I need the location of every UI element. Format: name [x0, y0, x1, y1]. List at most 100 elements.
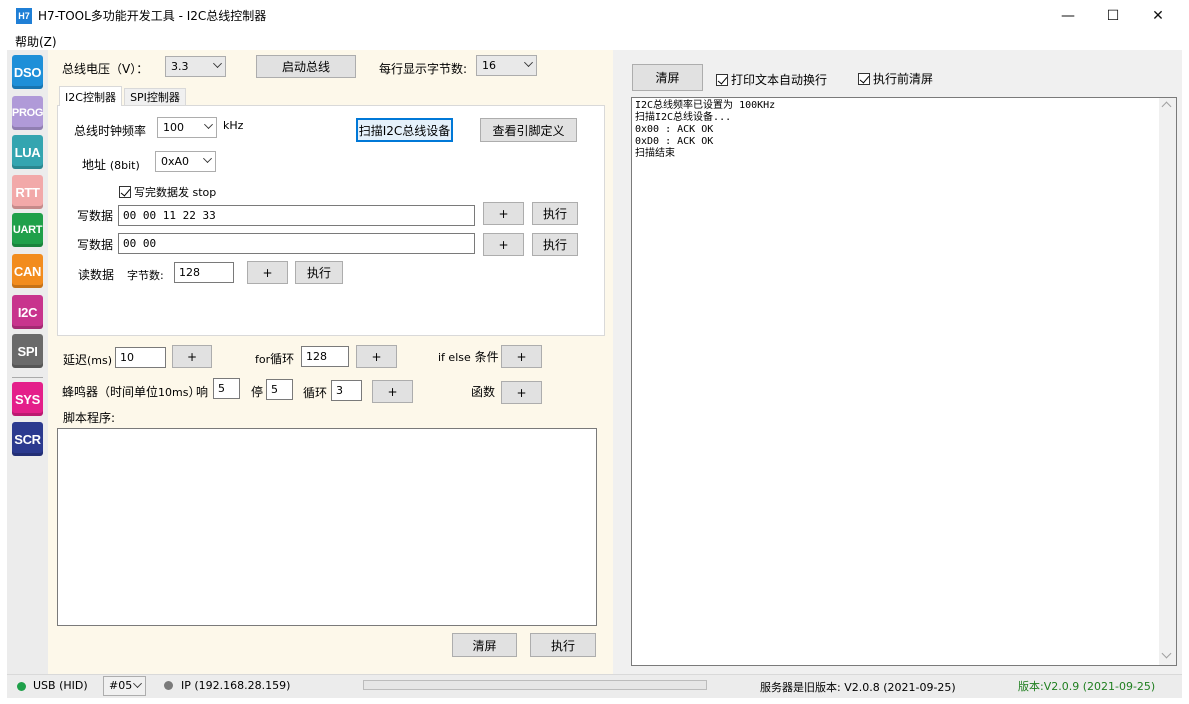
beeper-loop-input[interactable]: 3	[331, 380, 362, 401]
sidebar-divider	[12, 377, 43, 378]
ip-status-icon	[164, 681, 173, 690]
maximize-button[interactable]: ☐	[1090, 0, 1136, 31]
module-button-scr[interactable]: SCR	[12, 422, 43, 456]
log-line: 0x00 : ACK OK	[635, 124, 714, 135]
for-loop-label: for循环	[255, 350, 294, 367]
pin-definition-button[interactable]: 查看引脚定义	[480, 118, 577, 142]
module-button-prog[interactable]: PROG	[12, 96, 43, 130]
device-value: #05	[109, 679, 133, 692]
bytes-per-line-select[interactable]: 16	[476, 55, 537, 76]
delay-unit: (ms)	[87, 354, 113, 367]
clock-unit: kHz	[223, 119, 244, 132]
module-button-sys[interactable]: SYS	[12, 382, 43, 416]
progress-bar	[363, 680, 707, 690]
clock-select[interactable]: 100	[157, 117, 217, 138]
module-button-dso[interactable]: DSO	[12, 55, 43, 89]
write2-exec-button[interactable]: 执行	[532, 233, 578, 256]
tab-spi[interactable]: SPI控制器	[124, 88, 186, 105]
ip-status: IP (192.168.28.159)	[181, 679, 291, 692]
device-select[interactable]: #05	[103, 676, 146, 696]
for-loop-input[interactable]: 128	[301, 346, 349, 367]
read-exec-button[interactable]: 执行	[295, 261, 343, 284]
script-clear-button[interactable]: 清屏	[452, 633, 517, 657]
write1-label: 写数据	[77, 209, 114, 223]
module-button-can[interactable]: CAN	[12, 254, 43, 288]
module-button-uart[interactable]: UART	[12, 213, 43, 247]
voltage-label: 总线电压（V）：	[62, 62, 149, 76]
log-line: 扫描结束	[635, 148, 675, 159]
write2-input[interactable]: 00 00	[118, 233, 475, 254]
voltage-select[interactable]: 3.3	[165, 56, 226, 77]
close-button[interactable]: ✕	[1135, 0, 1181, 31]
module-button-spi[interactable]: SPI	[12, 334, 43, 368]
module-button-rtt[interactable]: RTT	[12, 175, 43, 209]
beeper-off-input[interactable]: 5	[266, 379, 293, 400]
if-else-add-button[interactable]: +	[501, 345, 542, 368]
clock-label: 总线时钟频率	[74, 124, 147, 138]
beeper-unit: 10ms	[158, 386, 189, 399]
checkbox-checked-icon	[716, 73, 728, 86]
byte-count-label: 字节数:	[127, 269, 164, 282]
script-exec-button[interactable]: 执行	[530, 633, 596, 657]
beeper-add-button[interactable]: +	[372, 380, 413, 403]
beeper-label-text: 蜂鸣器（时间单位	[62, 385, 159, 399]
autowrap-label: 打印文本自动换行	[731, 73, 828, 87]
scroll-up-icon[interactable]	[1161, 101, 1172, 112]
clear-before-exec-checkbox[interactable]: 执行前清屏	[858, 70, 933, 87]
for-label-cn: 循环	[270, 352, 295, 366]
chevron-down-icon	[524, 58, 533, 67]
tab-i2c[interactable]: I2C控制器	[59, 86, 122, 106]
write2-add-button[interactable]: +	[483, 233, 524, 256]
script-program-label: 脚本程序:	[63, 411, 116, 425]
menu-bar	[0, 31, 1189, 50]
beeper-loop-label: 循环	[303, 386, 328, 400]
send-stop-label: 写完数据发 stop	[134, 186, 217, 199]
beeper-label: 蜂鸣器（时间单位10ms）	[62, 383, 200, 400]
function-label: 函数	[471, 385, 496, 399]
module-button-i2c[interactable]: I2C	[12, 295, 43, 329]
chevron-down-icon	[204, 120, 213, 129]
if-else-label-cn: 条件	[474, 350, 499, 364]
start-bus-button[interactable]: 启动总线	[256, 55, 356, 78]
autowrap-checkbox[interactable]: 打印文本自动换行	[716, 71, 827, 88]
log-output[interactable]: I2C总线频率已设置为 100KHz 扫描I2C总线设备... 0x00 : A…	[631, 97, 1177, 666]
log-scrollbar[interactable]	[1159, 98, 1176, 665]
window-title: H7-TOOL多功能开发工具 - I2C总线控制器	[38, 9, 267, 23]
menu-help[interactable]: 帮助(Z)	[15, 33, 57, 50]
chevron-down-icon	[203, 154, 212, 163]
module-button-lua[interactable]: LUA	[12, 135, 43, 169]
checkbox-checked-icon	[119, 186, 131, 198]
address-select[interactable]: 0xA0	[155, 151, 216, 172]
clear-before-exec-label: 执行前清屏	[873, 72, 934, 86]
send-stop-checkbox[interactable]: 写完数据发 stop	[119, 184, 216, 200]
beeper-off-label: 停	[251, 385, 264, 399]
script-editor[interactable]	[57, 428, 597, 626]
chevron-down-icon	[213, 59, 222, 68]
address-value: 0xA0	[161, 155, 190, 168]
function-add-button[interactable]: +	[501, 381, 542, 404]
for-label-en: for	[255, 353, 271, 366]
if-else-label-en: if else	[438, 351, 471, 364]
write2-label: 写数据	[77, 238, 114, 252]
write1-exec-button[interactable]: 执行	[532, 202, 578, 225]
delay-label: 延迟(ms)	[63, 351, 112, 368]
delay-add-button[interactable]: +	[172, 345, 212, 368]
scan-i2c-button[interactable]: 扫描I2C总线设备	[356, 118, 453, 142]
scroll-down-icon[interactable]	[1161, 648, 1172, 659]
log-clear-button[interactable]: 清屏	[632, 64, 703, 91]
read-add-button[interactable]: +	[247, 261, 288, 284]
delay-label-text: 延迟	[63, 353, 88, 367]
panel-splitter[interactable]	[613, 50, 621, 674]
minimize-button[interactable]: —	[1045, 0, 1091, 31]
for-loop-add-button[interactable]: +	[356, 345, 397, 368]
write1-input[interactable]: 00 00 11 22 33	[118, 205, 475, 226]
byte-count-input[interactable]: 128	[174, 262, 234, 283]
address-hint: (8bit)	[109, 159, 140, 172]
beeper-on-input[interactable]: 5	[213, 378, 240, 399]
delay-input[interactable]: 10	[115, 347, 166, 368]
bytes-per-line-label: 每行显示字节数:	[379, 62, 468, 76]
write1-add-button[interactable]: +	[483, 202, 524, 225]
log-line: 扫描I2C总线设备...	[635, 112, 732, 123]
address-label-text: 地址	[82, 158, 107, 172]
server-version: 服务器是旧版本: V2.0.8 (2021-09-25)	[760, 681, 956, 694]
